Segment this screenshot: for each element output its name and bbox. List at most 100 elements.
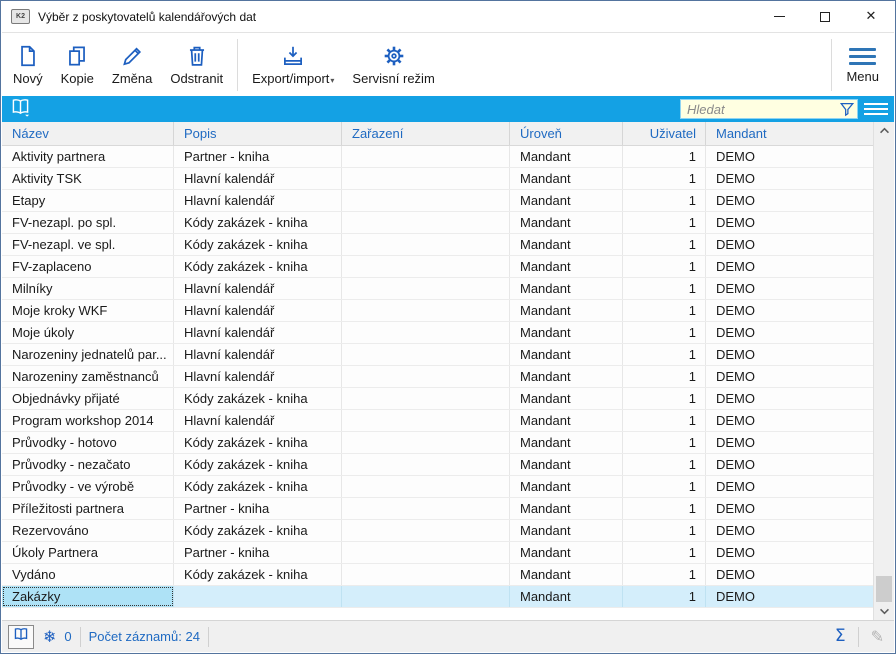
- cell-zarazeni[interactable]: [342, 234, 510, 255]
- edit-pencil-icon[interactable]: ✎: [867, 629, 888, 645]
- cell-popis[interactable]: Hlavní kalendář: [174, 190, 342, 211]
- cell-zarazeni[interactable]: [342, 564, 510, 585]
- cell-nazev[interactable]: FV-zaplaceno: [2, 256, 174, 277]
- service-mode-button[interactable]: Servisní režim: [343, 40, 443, 89]
- cell-zarazeni[interactable]: [342, 322, 510, 343]
- column-header-popis[interactable]: Popis: [174, 122, 342, 145]
- cell-popis[interactable]: Hlavní kalendář: [174, 322, 342, 343]
- cell-mandant[interactable]: DEMO: [706, 190, 873, 211]
- cell-nazev[interactable]: Rezervováno: [2, 520, 174, 541]
- cell-mandant[interactable]: DEMO: [706, 256, 873, 277]
- cell-zarazeni[interactable]: [342, 432, 510, 453]
- cell-uroven[interactable]: Mandant: [510, 520, 623, 541]
- minimize-button[interactable]: [756, 1, 802, 32]
- cell-nazev[interactable]: Program workshop 2014: [2, 410, 174, 431]
- cell-mandant[interactable]: DEMO: [706, 234, 873, 255]
- column-header-uzivatel[interactable]: Uživatel: [623, 122, 706, 145]
- cell-popis[interactable]: Kódy zakázek - kniha: [174, 520, 342, 541]
- table-row[interactable]: Narozeniny zaměstnanců Hlavní kalendář M…: [2, 366, 873, 388]
- table-row[interactable]: Úkoly Partnera Partner - kniha Mandant 1…: [2, 542, 873, 564]
- cell-mandant[interactable]: DEMO: [706, 366, 873, 387]
- cell-uzivatel[interactable]: 1: [623, 564, 706, 585]
- cell-zarazeni[interactable]: [342, 168, 510, 189]
- table-row[interactable]: Zakázky Mandant 1 DEMO: [2, 586, 873, 608]
- cell-uzivatel[interactable]: 1: [623, 278, 706, 299]
- cell-mandant[interactable]: DEMO: [706, 542, 873, 563]
- cell-mandant[interactable]: DEMO: [706, 476, 873, 497]
- cell-popis[interactable]: Kódy zakázek - kniha: [174, 564, 342, 585]
- book-view-button[interactable]: [8, 625, 34, 649]
- cell-uroven[interactable]: Mandant: [510, 366, 623, 387]
- search-input[interactable]: [680, 99, 858, 119]
- cell-zarazeni[interactable]: [342, 586, 510, 607]
- cell-uroven[interactable]: Mandant: [510, 322, 623, 343]
- table-row[interactable]: Etapy Hlavní kalendář Mandant 1 DEMO: [2, 190, 873, 212]
- cell-uzivatel[interactable]: 1: [623, 322, 706, 343]
- cell-zarazeni[interactable]: [342, 542, 510, 563]
- cell-zarazeni[interactable]: [342, 300, 510, 321]
- cell-popis[interactable]: Hlavní kalendář: [174, 278, 342, 299]
- cell-mandant[interactable]: DEMO: [706, 454, 873, 475]
- table-row[interactable]: Moje kroky WKF Hlavní kalendář Mandant 1…: [2, 300, 873, 322]
- table-row[interactable]: Vydáno Kódy zakázek - kniha Mandant 1 DE…: [2, 564, 873, 586]
- cell-popis[interactable]: Hlavní kalendář: [174, 300, 342, 321]
- cell-uroven[interactable]: Mandant: [510, 498, 623, 519]
- column-header-nazev[interactable]: Název: [2, 122, 174, 145]
- scroll-up-button[interactable]: [874, 122, 894, 139]
- cell-uroven[interactable]: Mandant: [510, 432, 623, 453]
- cell-nazev[interactable]: Zakázky: [2, 586, 174, 607]
- column-header-uroven[interactable]: Úroveň: [510, 122, 623, 145]
- cell-popis[interactable]: Hlavní kalendář: [174, 344, 342, 365]
- filter-funnel-icon[interactable]: [839, 101, 855, 122]
- table-row[interactable]: Milníky Hlavní kalendář Mandant 1 DEMO: [2, 278, 873, 300]
- vertical-scrollbar[interactable]: [873, 122, 894, 620]
- cell-popis[interactable]: Hlavní kalendář: [174, 366, 342, 387]
- cell-uroven[interactable]: Mandant: [510, 476, 623, 497]
- cell-popis[interactable]: Kódy zakázek - kniha: [174, 256, 342, 277]
- cell-uzivatel[interactable]: 1: [623, 454, 706, 475]
- cell-popis[interactable]: Kódy zakázek - kniha: [174, 476, 342, 497]
- cell-nazev[interactable]: Příležitosti partnera: [2, 498, 174, 519]
- cell-nazev[interactable]: Moje úkoly: [2, 322, 174, 343]
- cell-mandant[interactable]: DEMO: [706, 388, 873, 409]
- cell-uzivatel[interactable]: 1: [623, 410, 706, 431]
- cell-popis[interactable]: Partner - kniha: [174, 146, 342, 167]
- cell-uzivatel[interactable]: 1: [623, 366, 706, 387]
- cell-uzivatel[interactable]: 1: [623, 234, 706, 255]
- cell-uzivatel[interactable]: 1: [623, 498, 706, 519]
- edit-button[interactable]: Změna: [103, 40, 161, 89]
- cell-mandant[interactable]: DEMO: [706, 322, 873, 343]
- cell-nazev[interactable]: Etapy: [2, 190, 174, 211]
- snowflake-icon[interactable]: ❄: [43, 629, 56, 645]
- cell-popis[interactable]: [174, 586, 342, 607]
- cell-mandant[interactable]: DEMO: [706, 168, 873, 189]
- table-row[interactable]: Narozeniny jednatelů par... Hlavní kalen…: [2, 344, 873, 366]
- cell-uroven[interactable]: Mandant: [510, 168, 623, 189]
- cell-mandant[interactable]: DEMO: [706, 344, 873, 365]
- column-header-zarazeni[interactable]: Zařazení: [342, 122, 510, 145]
- menu-button[interactable]: Menu: [837, 42, 888, 87]
- cell-zarazeni[interactable]: [342, 344, 510, 365]
- cell-uzivatel[interactable]: 1: [623, 542, 706, 563]
- cell-uzivatel[interactable]: 1: [623, 146, 706, 167]
- cell-popis[interactable]: Kódy zakázek - kniha: [174, 212, 342, 233]
- cell-nazev[interactable]: Vydáno: [2, 564, 174, 585]
- cell-uroven[interactable]: Mandant: [510, 278, 623, 299]
- cell-uroven[interactable]: Mandant: [510, 454, 623, 475]
- cell-uzivatel[interactable]: 1: [623, 432, 706, 453]
- band-hamburger-icon[interactable]: [863, 101, 889, 117]
- cell-mandant[interactable]: DEMO: [706, 410, 873, 431]
- cell-popis[interactable]: Kódy zakázek - kniha: [174, 234, 342, 255]
- cell-mandant[interactable]: DEMO: [706, 586, 873, 607]
- cell-uzivatel[interactable]: 1: [623, 476, 706, 497]
- cell-uzivatel[interactable]: 1: [623, 212, 706, 233]
- cell-uzivatel[interactable]: 1: [623, 256, 706, 277]
- scrollbar-thumb[interactable]: [876, 576, 892, 602]
- cell-mandant[interactable]: DEMO: [706, 300, 873, 321]
- table-row[interactable]: Objednávky přijaté Kódy zakázek - kniha …: [2, 388, 873, 410]
- cell-mandant[interactable]: DEMO: [706, 498, 873, 519]
- cell-uroven[interactable]: Mandant: [510, 190, 623, 211]
- cell-nazev[interactable]: Úkoly Partnera: [2, 542, 174, 563]
- cell-zarazeni[interactable]: [342, 212, 510, 233]
- cell-popis[interactable]: Hlavní kalendář: [174, 410, 342, 431]
